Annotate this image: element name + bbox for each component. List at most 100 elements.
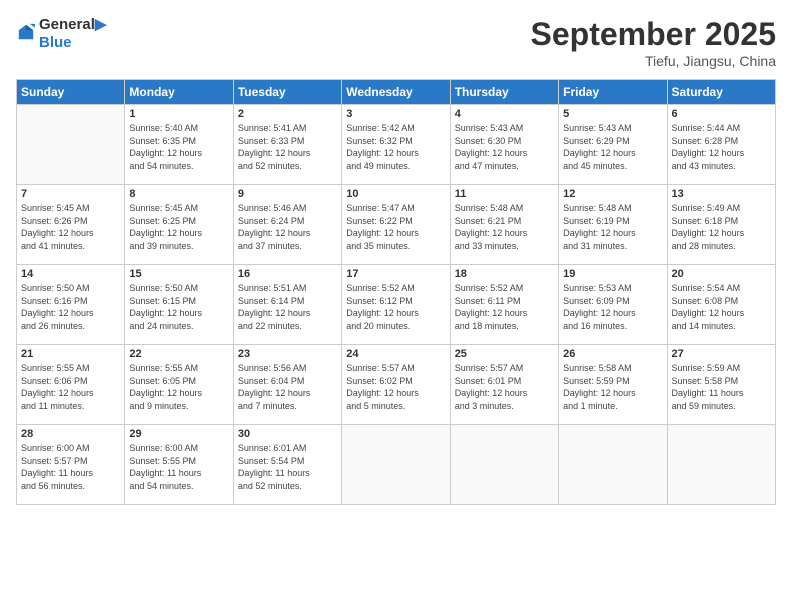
day-number: 8 [129,188,228,200]
calendar-cell: 24 Sunrise: 5:57 AM Sunset: 6:02 PM Dayli… [342,345,450,425]
weekday-header-sunday: Sunday [17,80,125,105]
day-info: Sunrise: 5:59 AM Sunset: 5:58 PM Dayligh… [672,362,771,412]
calendar-cell: 5 Sunrise: 5:43 AM Sunset: 6:29 PM Daylig… [559,105,667,185]
logo-icon [17,23,35,41]
calendar-cell: 15 Sunrise: 5:50 AM Sunset: 6:15 PM Dayli… [125,265,233,345]
day-info: Sunrise: 5:55 AM Sunset: 6:05 PM Dayligh… [129,362,228,412]
day-info: Sunrise: 5:56 AM Sunset: 6:04 PM Dayligh… [238,362,337,412]
day-number: 27 [672,348,771,360]
day-info: Sunrise: 6:00 AM Sunset: 5:57 PM Dayligh… [21,442,120,492]
calendar-cell: 14 Sunrise: 5:50 AM Sunset: 6:16 PM Dayli… [17,265,125,345]
day-number: 25 [455,348,554,360]
calendar-cell: 22 Sunrise: 5:55 AM Sunset: 6:05 PM Dayli… [125,345,233,425]
calendar-cell [450,425,558,505]
day-number: 6 [672,108,771,120]
day-info: Sunrise: 5:50 AM Sunset: 6:16 PM Dayligh… [21,282,120,332]
weekday-header-saturday: Saturday [667,80,775,105]
day-info: Sunrise: 5:44 AM Sunset: 6:28 PM Dayligh… [672,122,771,172]
day-info: Sunrise: 5:45 AM Sunset: 6:26 PM Dayligh… [21,202,120,252]
day-info: Sunrise: 5:57 AM Sunset: 6:01 PM Dayligh… [455,362,554,412]
day-info: Sunrise: 5:50 AM Sunset: 6:15 PM Dayligh… [129,282,228,332]
day-number: 28 [21,428,120,440]
day-number: 22 [129,348,228,360]
calendar-cell: 29Sunrise: 6:00 AM Sunset: 5:55 PM Dayli… [125,425,233,505]
calendar-cell: 6 Sunrise: 5:44 AM Sunset: 6:28 PM Daylig… [667,105,775,185]
logo-line2: Blue [39,34,106,52]
day-info: Sunrise: 5:40 AM Sunset: 6:35 PM Dayligh… [129,122,228,172]
location-subtitle: Tiefu, Jiangsu, China [531,53,776,69]
day-info: Sunrise: 6:01 AM Sunset: 5:54 PM Dayligh… [238,442,337,492]
day-number: 23 [238,348,337,360]
day-info: Sunrise: 5:43 AM Sunset: 6:30 PM Dayligh… [455,122,554,172]
calendar-cell: 2Sunrise: 5:41 AM Sunset: 6:33 PM Daylig… [233,105,341,185]
day-number: 1 [129,108,228,120]
weekday-header-tuesday: Tuesday [233,80,341,105]
day-number: 14 [21,268,120,280]
day-info: Sunrise: 5:55 AM Sunset: 6:06 PM Dayligh… [21,362,120,412]
day-number: 21 [21,348,120,360]
calendar-cell: 17 Sunrise: 5:52 AM Sunset: 6:12 PM Dayli… [342,265,450,345]
title-block: September 2025 Tiefu, Jiangsu, China [531,16,776,69]
calendar-page: General▶ Blue September 2025 Tiefu, Jian… [0,0,792,612]
weekday-header-friday: Friday [559,80,667,105]
month-title: September 2025 [531,16,776,53]
calendar-cell: 27 Sunrise: 5:59 AM Sunset: 5:58 PM Dayli… [667,345,775,425]
day-number: 10 [346,188,445,200]
day-number: 13 [672,188,771,200]
calendar-week-3: 14 Sunrise: 5:50 AM Sunset: 6:16 PM Dayli… [17,265,776,345]
calendar-cell: 13 Sunrise: 5:49 AM Sunset: 6:18 PM Dayli… [667,185,775,265]
day-info: Sunrise: 5:49 AM Sunset: 6:18 PM Dayligh… [672,202,771,252]
calendar-cell: 21 Sunrise: 5:55 AM Sunset: 6:06 PM Dayli… [17,345,125,425]
day-number: 15 [129,268,228,280]
day-number: 4 [455,108,554,120]
day-info: Sunrise: 5:46 AM Sunset: 6:24 PM Dayligh… [238,202,337,252]
calendar-cell: 30 Sunrise: 6:01 AM Sunset: 5:54 PM Dayli… [233,425,341,505]
day-number: 16 [238,268,337,280]
calendar-cell: 11Sunrise: 5:48 AM Sunset: 6:21 PM Dayli… [450,185,558,265]
calendar-cell: 16 Sunrise: 5:51 AM Sunset: 6:14 PM Dayli… [233,265,341,345]
day-info: Sunrise: 5:52 AM Sunset: 6:12 PM Dayligh… [346,282,445,332]
day-number: 12 [563,188,662,200]
day-info: Sunrise: 6:00 AM Sunset: 5:55 PM Dayligh… [129,442,228,492]
day-number: 17 [346,268,445,280]
day-number: 30 [238,428,337,440]
calendar-cell: 12 Sunrise: 5:48 AM Sunset: 6:19 PM Dayli… [559,185,667,265]
header: General▶ Blue September 2025 Tiefu, Jian… [16,16,776,69]
calendar-cell: 18Sunrise: 5:52 AM Sunset: 6:11 PM Dayli… [450,265,558,345]
calendar-cell: 3 Sunrise: 5:42 AM Sunset: 6:32 PM Daylig… [342,105,450,185]
day-number: 19 [563,268,662,280]
calendar-cell [559,425,667,505]
calendar-cell [17,105,125,185]
day-info: Sunrise: 5:45 AM Sunset: 6:25 PM Dayligh… [129,202,228,252]
day-info: Sunrise: 5:47 AM Sunset: 6:22 PM Dayligh… [346,202,445,252]
calendar-cell: 28 Sunrise: 6:00 AM Sunset: 5:57 PM Dayli… [17,425,125,505]
day-info: Sunrise: 5:52 AM Sunset: 6:11 PM Dayligh… [455,282,554,332]
calendar-cell: 20Sunrise: 5:54 AM Sunset: 6:08 PM Dayli… [667,265,775,345]
calendar-week-4: 21 Sunrise: 5:55 AM Sunset: 6:06 PM Dayli… [17,345,776,425]
calendar-cell [342,425,450,505]
weekday-header-wednesday: Wednesday [342,80,450,105]
calendar-cell: 25 Sunrise: 5:57 AM Sunset: 6:01 PM Dayli… [450,345,558,425]
day-info: Sunrise: 5:57 AM Sunset: 6:02 PM Dayligh… [346,362,445,412]
weekday-header-monday: Monday [125,80,233,105]
day-number: 5 [563,108,662,120]
calendar-table: SundayMondayTuesdayWednesdayThursdayFrid… [16,79,776,505]
day-info: Sunrise: 5:43 AM Sunset: 6:29 PM Dayligh… [563,122,662,172]
calendar-cell: 26Sunrise: 5:58 AM Sunset: 5:59 PM Dayli… [559,345,667,425]
day-number: 3 [346,108,445,120]
calendar-cell [667,425,775,505]
day-number: 9 [238,188,337,200]
calendar-cell: 23 Sunrise: 5:56 AM Sunset: 6:04 PM Dayli… [233,345,341,425]
day-number: 11 [455,188,554,200]
calendar-week-2: 7 Sunrise: 5:45 AM Sunset: 6:26 PM Daylig… [17,185,776,265]
calendar-cell: 1 Sunrise: 5:40 AM Sunset: 6:35 PM Daylig… [125,105,233,185]
day-info: Sunrise: 5:48 AM Sunset: 6:19 PM Dayligh… [563,202,662,252]
day-info: Sunrise: 5:51 AM Sunset: 6:14 PM Dayligh… [238,282,337,332]
day-info: Sunrise: 5:42 AM Sunset: 6:32 PM Dayligh… [346,122,445,172]
calendar-cell: 7 Sunrise: 5:45 AM Sunset: 6:26 PM Daylig… [17,185,125,265]
day-number: 7 [21,188,120,200]
day-number: 24 [346,348,445,360]
calendar-cell: 8 Sunrise: 5:45 AM Sunset: 6:25 PM Daylig… [125,185,233,265]
day-info: Sunrise: 5:58 AM Sunset: 5:59 PM Dayligh… [563,362,662,412]
day-info: Sunrise: 5:41 AM Sunset: 6:33 PM Dayligh… [238,122,337,172]
